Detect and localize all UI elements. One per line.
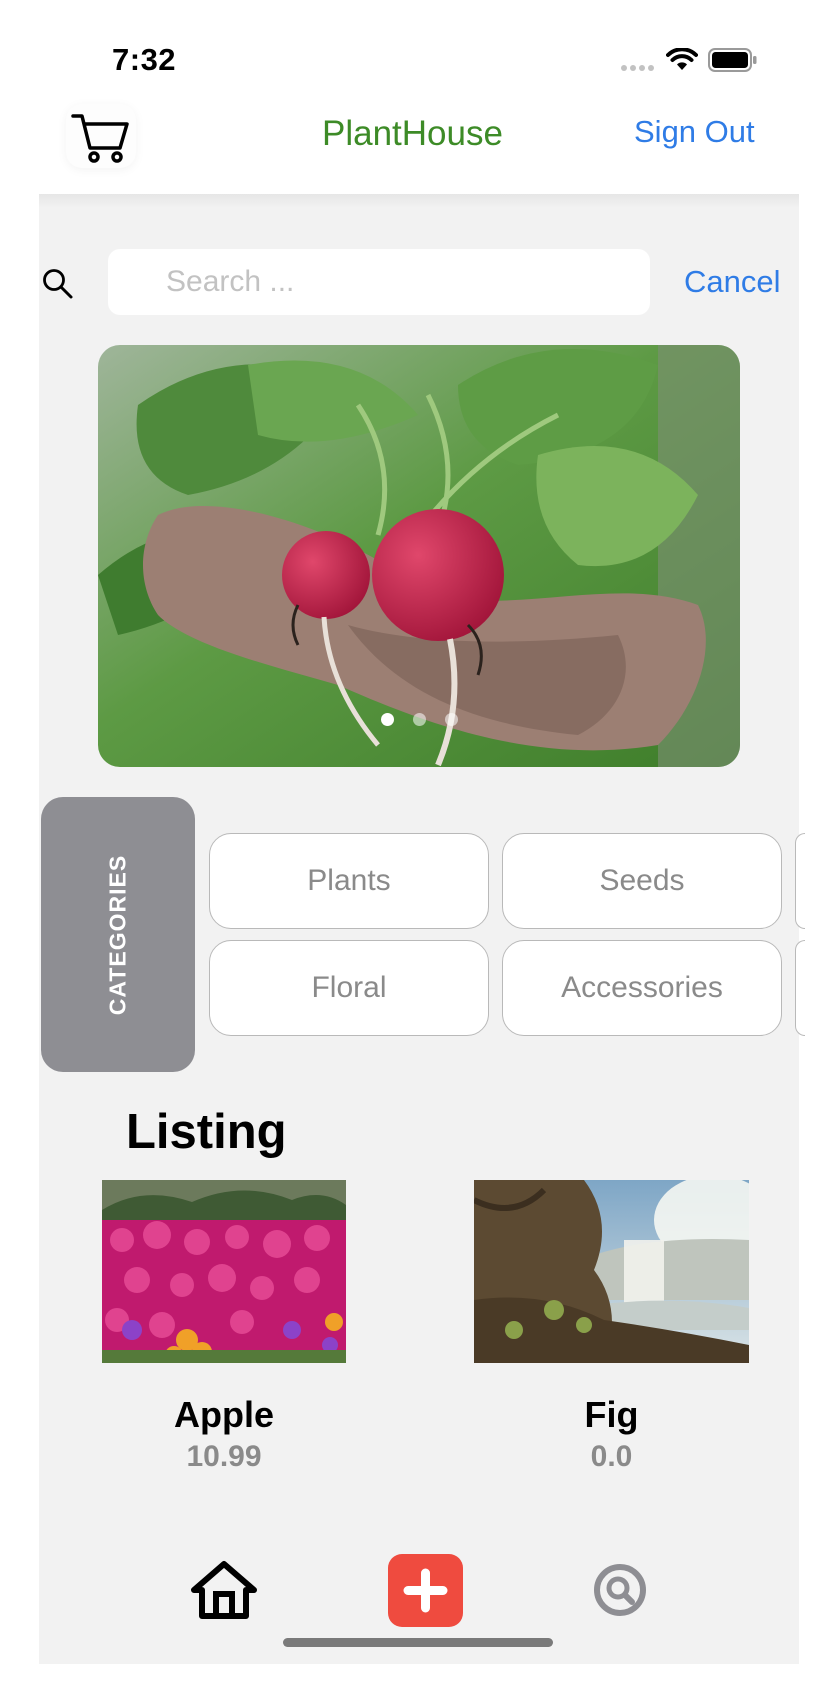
add-icon: [403, 1568, 448, 1613]
hero-carousel[interactable]: [98, 345, 740, 767]
carousel-image: [98, 345, 740, 767]
cancel-button[interactable]: Cancel: [684, 264, 781, 300]
wifi-icon: [666, 48, 698, 70]
category-seeds[interactable]: Seeds: [502, 833, 782, 929]
add-listing-button[interactable]: [388, 1554, 463, 1627]
category-plants[interactable]: Plants: [209, 833, 489, 929]
listing-name: Fig: [584, 1394, 639, 1435]
app-title: PlantHouse: [322, 114, 503, 153]
category-accessories[interactable]: Accessories: [502, 940, 782, 1036]
category-partial-1[interactable]: [795, 833, 805, 929]
listing-image-fig[interactable]: [474, 1180, 749, 1363]
carousel-dot-1[interactable]: [381, 713, 394, 726]
listing-price: 10.99: [186, 1440, 262, 1473]
home-icon[interactable]: [190, 1560, 258, 1620]
listing-name: Apple: [173, 1394, 274, 1435]
categories-label: CATEGORIES: [104, 854, 131, 1016]
listing-price: 0.0: [590, 1440, 633, 1473]
search-icon[interactable]: [42, 268, 74, 300]
listing-image-apple[interactable]: [102, 1180, 346, 1363]
status-bar: 7:32: [0, 0, 838, 88]
cart-icon: [71, 114, 129, 163]
carousel-dot-3[interactable]: [445, 713, 458, 726]
search-tab-icon[interactable]: [592, 1562, 648, 1618]
status-time: 7:32: [112, 42, 177, 77]
carousel-dot-2[interactable]: [413, 713, 426, 726]
listing-heading: Listing: [126, 1105, 287, 1159]
cellular-signal-icon: [621, 65, 654, 71]
nav-bar: PlantHouse Sign Out: [0, 88, 838, 194]
sign-out-button[interactable]: Sign Out: [634, 114, 755, 150]
home-indicator: [283, 1638, 553, 1647]
cart-button[interactable]: [66, 104, 136, 168]
category-partial-2[interactable]: [795, 940, 805, 1036]
content-divider: [39, 194, 799, 208]
category-floral[interactable]: Floral: [209, 940, 489, 1036]
search-input[interactable]: [108, 249, 650, 315]
battery-icon: [708, 48, 757, 72]
